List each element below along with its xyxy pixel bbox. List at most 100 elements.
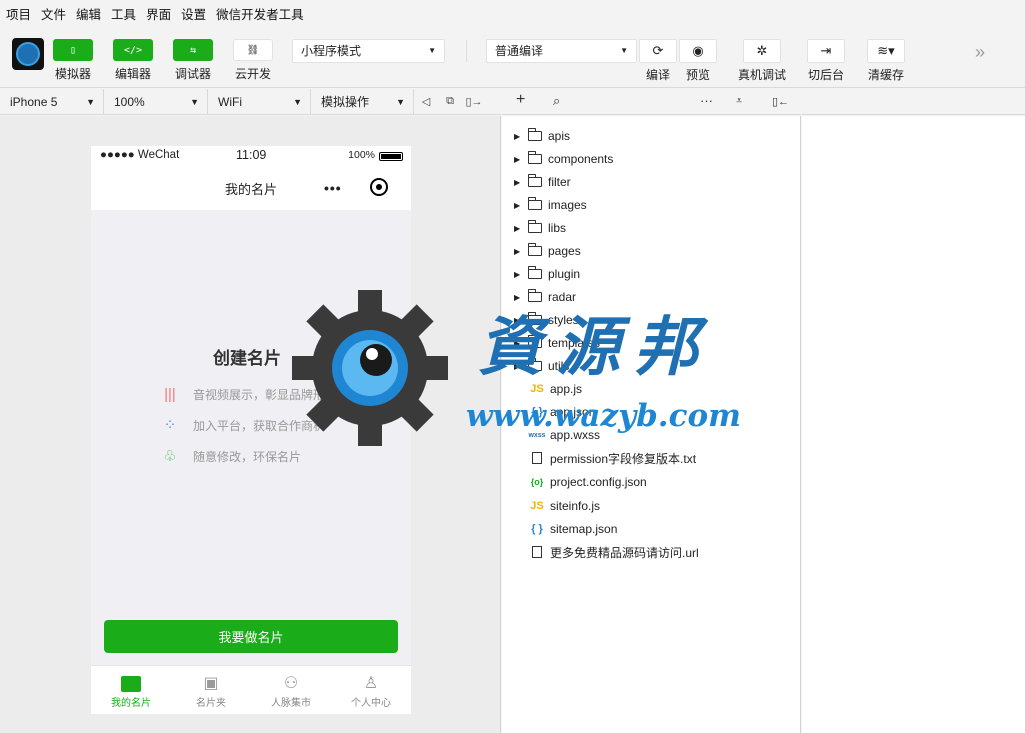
- editor-tab-bar: [802, 89, 1025, 115]
- compile-label: 编译: [646, 68, 671, 82]
- layers-icon: ≋▾: [877, 43, 895, 58]
- simulator-toggle[interactable]: ▯ 模拟器: [53, 39, 93, 82]
- sprout-icon: ♧: [163, 448, 177, 465]
- compile-mode-select[interactable]: 普通编译 ▼: [486, 39, 637, 63]
- create-card-title: 创建名片: [213, 349, 281, 368]
- mode-select[interactable]: 小程序模式 ▼: [292, 39, 445, 63]
- caret-right-icon: ▶: [514, 223, 521, 233]
- zoom-value: 100%: [114, 94, 145, 109]
- menu-view[interactable]: 界面: [146, 4, 171, 23]
- folder-name: libs: [548, 221, 567, 235]
- file-row[interactable]: 更多免费精品源码请访问.url: [502, 541, 699, 563]
- search-icon[interactable]: ⌕: [553, 93, 560, 109]
- folder-row[interactable]: ▶ libs: [502, 217, 566, 239]
- editor-toggle[interactable]: </> 编辑器: [113, 39, 153, 82]
- caret-right-icon: ▶: [514, 131, 521, 141]
- tab-card-folder[interactable]: ▣ 名片夹: [171, 666, 251, 714]
- menu-settings[interactable]: 设置: [181, 4, 206, 23]
- cloud-link-icon: ⛓: [233, 39, 273, 61]
- js-file-icon: JS: [530, 500, 544, 512]
- explorer-toolbar: + ⌕ ··· ⩡ ▯←: [502, 89, 801, 115]
- network-value: WiFi: [218, 94, 242, 109]
- folder-row[interactable]: ▶ plugin: [502, 263, 580, 285]
- chevron-down-icon: ▼: [396, 96, 405, 107]
- bug-icon: ✲: [756, 43, 768, 58]
- tab-bar: 我的名片 ▣ 名片夹 ⚇ 人脉集市 ♙ 个人中心: [91, 665, 411, 714]
- simulator-label: 模拟器: [54, 67, 91, 81]
- folder-name: images: [548, 198, 587, 212]
- debug-icon: ⇆: [173, 39, 213, 61]
- caret-right-icon: ▶: [514, 200, 521, 210]
- clear-cache-label: 清缓存: [868, 68, 905, 82]
- folder-icon: [528, 220, 542, 233]
- folder-icon: [528, 243, 542, 256]
- split-panel-icon[interactable]: ▯←: [772, 95, 789, 108]
- menu-file[interactable]: 文件: [41, 4, 66, 23]
- background-label: 切后台: [808, 68, 845, 82]
- cloud-dev-button[interactable]: ⛓ 云开发: [233, 39, 273, 82]
- editor-label: 编辑器: [114, 67, 151, 81]
- json-file-icon: { }: [531, 523, 543, 535]
- eye-icon: ◉: [692, 43, 704, 58]
- device-select[interactable]: iPhone 5 ▼: [0, 88, 104, 115]
- make-card-button[interactable]: 我要做名片: [104, 620, 398, 653]
- folder-row[interactable]: ▶ filter: [502, 171, 571, 193]
- file-name: 更多免费精品源码请访问.url: [550, 545, 699, 560]
- menu-tools[interactable]: 工具: [111, 4, 136, 23]
- real-debug-button[interactable]: ✲: [743, 39, 781, 63]
- window-icon[interactable]: ⧉: [438, 95, 462, 108]
- operation-select[interactable]: 模拟操作 ▼: [311, 88, 414, 115]
- more-chevron-icon[interactable]: »: [975, 42, 985, 63]
- refresh-icon: ⟳: [652, 43, 664, 58]
- menu-project[interactable]: 项目: [6, 4, 31, 23]
- more-icon[interactable]: ···: [700, 93, 713, 108]
- detach-icon[interactable]: ▯→: [462, 95, 486, 108]
- network-select[interactable]: WiFi ▼: [208, 88, 311, 115]
- compile-button[interactable]: ⟳: [639, 39, 677, 63]
- debugger-toggle[interactable]: ⇆ 调试器: [173, 39, 213, 82]
- file-row[interactable]: JS siteinfo.js: [502, 495, 600, 517]
- folder-name: plugin: [548, 267, 581, 281]
- status-bar: ●●●●● WeChat 11:09 100%: [91, 146, 411, 166]
- file-name: sitemap.json: [550, 522, 618, 536]
- battery-percent: 100%: [348, 149, 375, 161]
- preview-button[interactable]: ◉: [679, 39, 717, 63]
- volume-icon[interactable]: ◁: [414, 95, 438, 108]
- caret-right-icon: ▶: [514, 177, 521, 187]
- folder-row[interactable]: ▶ apis: [502, 125, 570, 147]
- file-name: siteinfo.js: [550, 499, 601, 513]
- folder-row[interactable]: ▶ components: [502, 148, 613, 170]
- menu-edit[interactable]: 编辑: [76, 4, 101, 23]
- menu-devtools[interactable]: 微信开发者工具: [216, 4, 304, 23]
- more-dots-icon[interactable]: •••: [324, 180, 342, 196]
- debugger-label: 调试器: [174, 67, 211, 81]
- zoom-select[interactable]: 100% ▼: [104, 88, 208, 115]
- caret-right-icon: ▶: [514, 246, 521, 256]
- chevron-down-icon: ▼: [190, 96, 199, 107]
- config-file-icon: {o}: [530, 477, 544, 487]
- caret-down-icon: ▼: [428, 46, 436, 55]
- close-circle-icon[interactable]: [370, 178, 388, 196]
- toolbar-divider: [466, 40, 467, 62]
- tab-personal-center[interactable]: ♙ 个人中心: [331, 666, 411, 714]
- collapse-icon[interactable]: ⩡: [736, 95, 742, 108]
- folder-row[interactable]: ▶ images: [502, 194, 587, 216]
- file-row[interactable]: { } sitemap.json: [502, 518, 617, 540]
- clear-cache-button[interactable]: ≋▾: [867, 39, 905, 63]
- file-row[interactable]: {o} project.config.json: [502, 471, 647, 493]
- add-icon[interactable]: +: [516, 91, 525, 109]
- real-debug-label: 真机调试: [738, 68, 787, 82]
- tab-my-card[interactable]: 我的名片: [91, 666, 171, 714]
- tab-network-market[interactable]: ⚇ 人脉集市: [251, 666, 331, 714]
- card-icon: [121, 675, 141, 692]
- folder-icon: [528, 128, 542, 141]
- caret-down-icon: ▼: [620, 46, 628, 55]
- folder-name: components: [548, 152, 614, 166]
- nav-title: 我的名片: [224, 182, 277, 197]
- tab-label: 个人中心: [351, 698, 391, 709]
- folder-row[interactable]: ▶ pages: [502, 240, 581, 262]
- app-logo-icon[interactable]: [12, 38, 44, 70]
- file-row[interactable]: permission字段修复版本.txt: [502, 447, 696, 469]
- chevron-down-icon: ▼: [86, 96, 95, 107]
- background-button[interactable]: ⇥: [807, 39, 845, 63]
